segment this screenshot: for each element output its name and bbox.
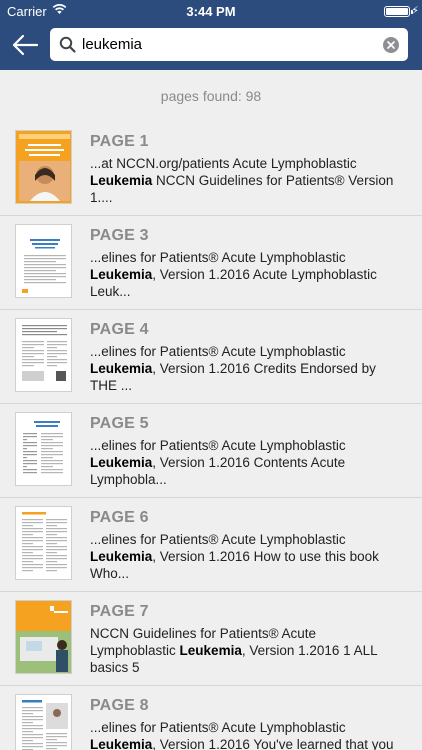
page-thumbnail [15,412,72,486]
back-arrow-icon[interactable] [10,30,40,60]
nav-header: Carrier 3:44 PM ⚡ [0,0,422,70]
clear-search-icon[interactable] [383,37,399,53]
search-input[interactable] [82,32,372,57]
snippet-text: ...at NCCN.org/patients Acute Lymphoblas… [90,156,357,171]
battery-icon [384,6,413,17]
result-snippet: ...elines for Patients® Acute Lymphoblas… [90,437,400,488]
result-row[interactable]: PAGE 1 ...at NCCN.org/patients Acute Lymp… [0,122,422,216]
page-number-label: PAGE 7 [90,603,149,620]
result-snippet: ...elines for Patients® Acute Lymphoblas… [90,249,400,300]
result-snippet: ...at NCCN.org/patients Acute Lymphoblas… [90,155,400,206]
search-icon [59,36,76,58]
page-number-label: PAGE 1 [90,133,149,150]
result-snippet: ...elines for Patients® Acute Lymphoblas… [90,343,400,394]
page-number-label: PAGE 5 [90,415,149,432]
snippet-highlight: Leukemia [90,267,153,282]
page-number-label: PAGE 8 [90,697,149,714]
snippet-highlight: Leukemia [179,643,242,658]
page-number-label: PAGE 6 [90,509,149,526]
charging-icon: ⚡ [411,5,419,17]
snippet-highlight: Leukemia [90,361,153,376]
result-row[interactable]: PAGE 3 ...elines for Patients® Acute Lymp… [0,216,422,310]
result-snippet: ...elines for Patients® Acute Lymphoblas… [90,719,400,750]
snippet-highlight: Leukemia [90,549,153,564]
page-thumbnail [15,600,72,674]
result-row[interactable]: PAGE 5 ...elines for Patients® Acute Lymp… [0,404,422,498]
snippet-text: ...elines for Patients® Acute Lymphoblas… [90,720,346,735]
snippet-text: ...elines for Patients® Acute Lymphoblas… [90,344,346,359]
result-snippet: NCCN Guidelines for Patients® Acute Lymp… [90,625,400,676]
page-thumbnail [15,318,72,392]
page-thumbnail [15,224,72,298]
results-count: pages found: 98 [0,70,422,122]
page-number-label: PAGE 4 [90,321,149,338]
result-row[interactable]: PAGE 7 NCCN Guidelines for Patients® Acut… [0,592,422,686]
page-thumbnail [15,130,72,204]
snippet-highlight: Leukemia [90,173,153,188]
search-bar[interactable] [50,28,408,61]
snippet-text: ...elines for Patients® Acute Lymphoblas… [90,250,346,265]
snippet-text: ...elines for Patients® Acute Lymphoblas… [90,532,346,547]
snippet-text: ...elines for Patients® Acute Lymphoblas… [90,438,346,453]
result-row[interactable]: PAGE 8 ...elines for Patients® Acute Lymp… [0,686,422,750]
result-row[interactable]: PAGE 4 ...elines for Patients® Acute Lymp… [0,310,422,404]
status-bar: Carrier 3:44 PM ⚡ [0,0,422,22]
snippet-text: , Version 1.2016 You've learned that you [152,737,394,750]
page-number-label: PAGE 3 [90,227,149,244]
results-list: PAGE 1 ...at NCCN.org/patients Acute Lymp… [0,122,422,750]
clock: 3:44 PM [186,4,236,19]
page-thumbnail [15,694,72,750]
snippet-highlight: Leukemia [90,737,153,750]
result-row[interactable]: PAGE 6 ...elines for Patients® Acute Lymp… [0,498,422,592]
result-snippet: ...elines for Patients® Acute Lymphoblas… [90,531,400,582]
page-thumbnail [15,506,72,580]
snippet-highlight: Leukemia [90,455,153,470]
